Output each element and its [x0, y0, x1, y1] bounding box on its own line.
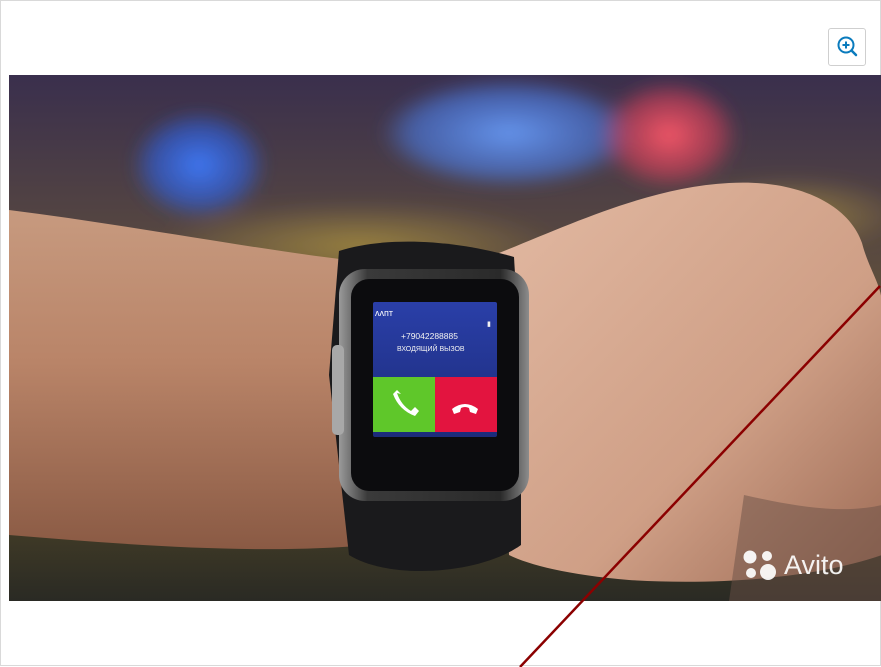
zoom-in-button[interactable] — [828, 28, 866, 66]
bokeh-light — [599, 80, 739, 190]
avito-watermark: Avito — [742, 549, 844, 581]
caller-number: +79042288885 — [401, 331, 458, 341]
carrier-label: ᴧᴧᴨᴛ — [375, 308, 393, 318]
product-photo[interactable]: ᴧᴧᴨᴛ +79042288885 ВХОДЯЩИЙ ВЫЗОВ ▮ — [9, 75, 881, 601]
avito-brand-label: Avito — [784, 549, 844, 580]
watch-crown — [332, 345, 344, 435]
accept-call-button — [373, 377, 435, 432]
call-status: ВХОДЯЩИЙ ВЫЗОВ — [397, 346, 465, 353]
forearm — [9, 210, 369, 550]
signal-icon: ▮ — [487, 321, 491, 328]
avito-dots-icon — [743, 550, 776, 580]
zoom-in-icon — [837, 36, 858, 57]
image-viewer: ᴧᴧᴨᴛ +79042288885 ВХОДЯЩИЙ ВЫЗОВ ▮ Avito — [0, 0, 881, 667]
bokeh-light — [131, 110, 267, 220]
